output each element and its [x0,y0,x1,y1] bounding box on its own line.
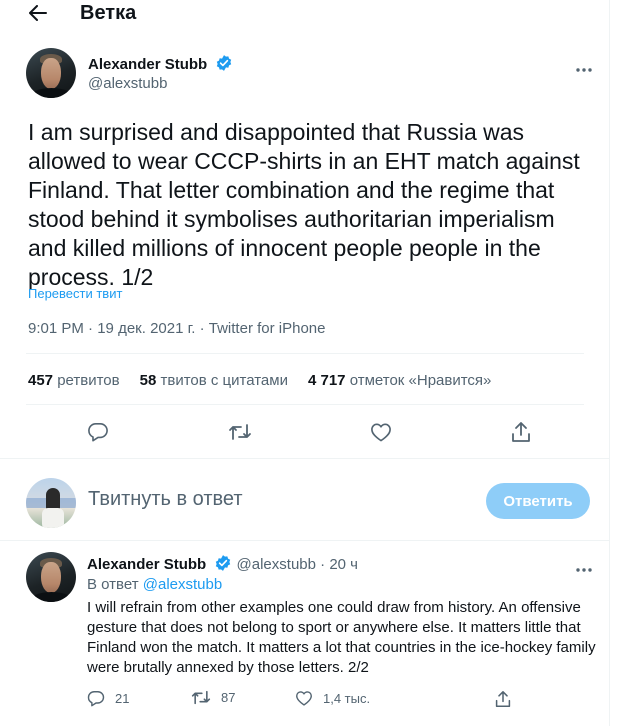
in-reply-to: В ответ @alexstubb [87,576,222,593]
tweet-client[interactable]: Twitter for iPhone [209,320,326,337]
like-count: 1,4 тыс. [323,690,371,706]
like-icon [371,423,391,442]
reply-tweet[interactable]: Alexander Stubb @alexstubb · 20 ч В отве… [0,548,610,726]
reply-input[interactable]: Твитнуть в ответ [88,488,243,511]
reply-tweet-header: Alexander Stubb @alexstubb · 20 ч [87,554,358,573]
tweet-time[interactable]: 9:01 PM [28,320,84,337]
in-reply-handle-link[interactable]: @alexstubb [143,576,222,593]
user-avatar[interactable] [26,478,76,528]
verified-badge-icon [216,555,231,571]
avatar[interactable] [26,552,76,602]
reply-count: 21 [115,691,130,706]
meta-separator: · [88,320,94,337]
retweets-stat[interactable]: 457 ретвитов [28,372,120,389]
like-button[interactable] [366,417,396,447]
like-icon [296,691,312,706]
more-icon [576,568,592,572]
tweet-text: I will refrain from other examples one c… [87,599,596,676]
arrow-left-icon [29,5,47,21]
retweet-count: 87 [221,690,236,705]
author-handle[interactable]: @alexstubb [237,556,316,573]
reply-icon [87,691,105,707]
verified-badge-icon [217,55,232,71]
more-options-button[interactable] [572,60,596,80]
translate-tweet-link[interactable]: Перевести твит [28,286,122,301]
like-button[interactable]: 1,4 тыс. [295,690,370,706]
reply-button[interactable]: 21 [87,690,129,707]
author-name-text: Alexander Stubb [88,56,208,73]
more-options-button[interactable] [572,560,596,580]
retweet-icon [229,424,251,440]
top-bar: Ветка [0,0,610,28]
divider [26,404,584,405]
reply-composer: Твитнуть в ответ Ответить [0,470,610,530]
reply-tweet-actions: 21 87 1,4 тыс. [87,690,517,710]
reply-icon [88,423,108,442]
tweet-text: I am surprised and disappointed that Rus… [28,119,580,290]
meta-separator: · [199,320,205,337]
in-reply-prefix: В ответ [87,576,139,593]
avatar[interactable] [26,48,76,98]
tweet-date[interactable]: 19 дек. 2021 г. [97,320,195,337]
author-name[interactable]: Alexander Stubb [87,556,206,573]
retweet-button[interactable] [225,417,255,447]
tweet-stats: 457 ретвитов 58 твитов с цитатами 4 717 … [28,372,491,389]
share-button[interactable] [506,417,536,447]
tweet-meta: 9:01 PM · 19 дек. 2021 г. · Twitter for … [28,320,325,337]
more-icon [576,68,592,72]
retweet-button[interactable]: 87 [191,690,235,705]
reply-button[interactable] [83,417,113,447]
quotes-stat[interactable]: 58 твитов с цитатами [140,372,288,389]
retweet-icon [191,690,211,705]
divider [0,458,610,459]
author-handle[interactable]: @alexstubb [88,75,167,92]
share-icon [495,691,511,707]
author-name[interactable]: Alexander Stubb [88,54,233,73]
tweet-time[interactable]: 20 ч [329,556,358,573]
back-button[interactable] [24,2,52,24]
header-dot: · [320,556,326,573]
reply-submit-button[interactable]: Ответить [486,483,590,519]
share-icon [512,422,530,442]
page-title: Ветка [80,2,137,24]
divider [0,540,610,541]
tweet-actions [0,417,610,447]
divider [26,353,584,354]
thread-column: Ветка Alexander Stubb @alexstubb I am su… [0,0,610,726]
share-button[interactable] [495,690,511,708]
likes-stat[interactable]: 4 717 отметок «Нравится» [308,372,491,389]
